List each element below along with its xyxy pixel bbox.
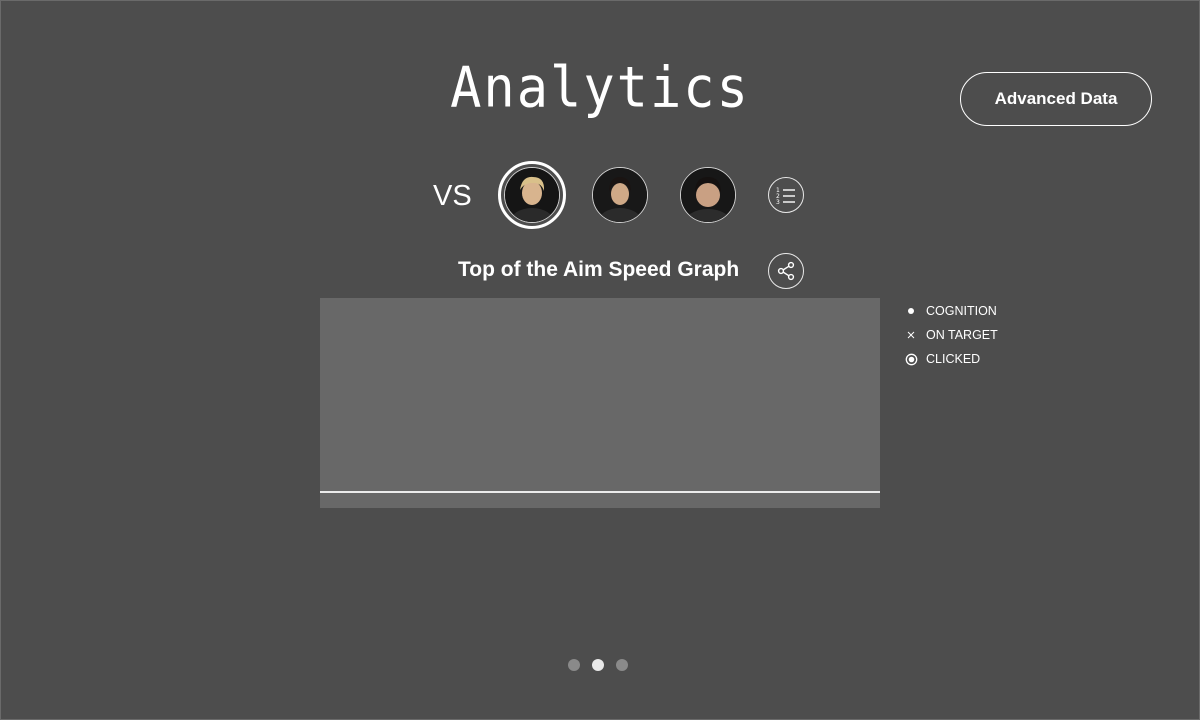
legend-label-cognition: COGNITION — [926, 304, 997, 318]
ranking-list-button[interactable]: 1 2 3 — [768, 177, 804, 213]
ranking-list-icon: 1 2 3 — [776, 187, 795, 204]
legend-item-on-target: ON TARGET — [904, 323, 998, 347]
legend-item-cognition: COGNITION — [904, 299, 998, 323]
legend-label-clicked: CLICKED — [926, 352, 981, 366]
player-3-portrait-icon — [681, 168, 735, 222]
vs-label: VS — [433, 180, 472, 212]
aim-speed-plot-area — [320, 298, 880, 508]
player-1-portrait-icon — [505, 168, 559, 222]
dot-marker-icon — [904, 304, 918, 318]
share-icon — [777, 261, 795, 281]
page-dot-3[interactable] — [616, 659, 628, 671]
advanced-data-button[interactable]: Advanced Data — [960, 72, 1152, 126]
graph-title: Top of the Aim Speed Graph — [458, 258, 740, 281]
svg-text:3: 3 — [776, 199, 780, 204]
page-indicator — [568, 659, 628, 671]
graph-legend: COGNITION ON TARGET CLICKED — [904, 299, 998, 371]
avatar-player-1[interactable] — [504, 167, 560, 223]
avatar-player-2[interactable] — [592, 167, 648, 223]
share-button[interactable] — [768, 253, 804, 289]
legend-label-on-target: ON TARGET — [926, 328, 998, 342]
page-dot-2[interactable] — [592, 659, 604, 671]
x-marker-icon — [904, 328, 918, 342]
legend-item-clicked: CLICKED — [904, 347, 998, 371]
ring-marker-icon — [904, 352, 918, 366]
avatar-player-3[interactable] — [680, 167, 736, 223]
plot-baseline — [320, 491, 880, 493]
page-dot-1[interactable] — [568, 659, 580, 671]
player-2-portrait-icon — [593, 168, 647, 222]
